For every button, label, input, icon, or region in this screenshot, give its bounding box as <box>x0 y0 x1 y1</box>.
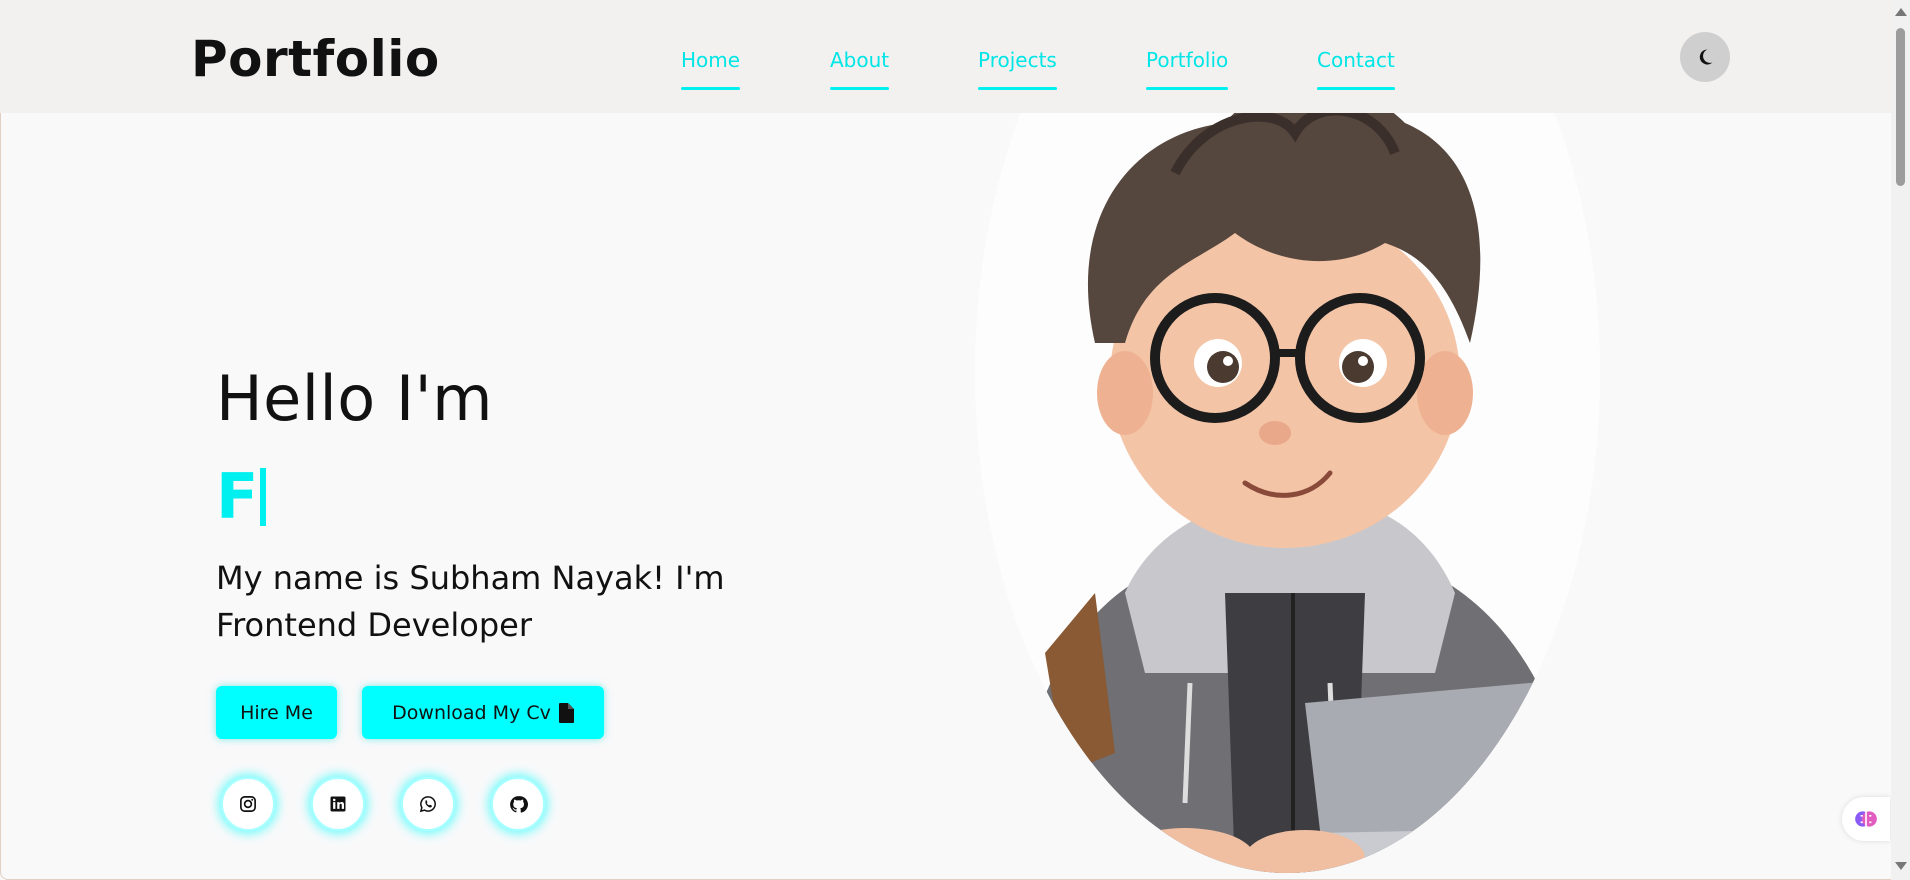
github-icon <box>509 795 528 813</box>
hire-me-button[interactable]: Hire Me <box>216 686 337 739</box>
hire-me-label: Hire Me <box>240 701 313 724</box>
nav-contact-label: Contact <box>1317 48 1395 72</box>
linkedin-link[interactable] <box>311 777 365 831</box>
nav-underline <box>830 87 890 90</box>
typed-role: F <box>216 460 267 533</box>
scroll-up-arrow-icon[interactable] <box>1895 8 1907 16</box>
nav-underline <box>681 87 741 90</box>
download-cv-label: Download My Cv <box>392 701 551 724</box>
avatar-frame <box>975 113 1600 873</box>
nav-projects-label: Projects <box>978 48 1057 72</box>
hero-intro: My name is Subham Nayak! I'm Frontend De… <box>216 559 725 644</box>
hero-image <box>975 113 1600 880</box>
linkedin-icon <box>330 796 346 812</box>
site-logo[interactable]: Portfolio <box>191 30 440 88</box>
nav-projects[interactable]: Projects <box>978 48 1057 90</box>
theme-toggle-button[interactable] <box>1680 32 1730 82</box>
whatsapp-link[interactable] <box>401 777 455 831</box>
hero-title: Hello I'm <box>216 362 494 435</box>
nav-portfolio[interactable]: Portfolio <box>1146 48 1229 90</box>
site-header: Portfolio Home About Projects Portfolio … <box>0 0 1891 113</box>
nav-home-label: Home <box>681 48 741 72</box>
nav-underline <box>978 87 1057 90</box>
whatsapp-icon <box>419 796 436 813</box>
nav-underline <box>1146 87 1229 90</box>
download-cv-button[interactable]: Download My Cv <box>362 686 604 739</box>
moon-icon <box>1699 49 1713 65</box>
scroll-down-arrow-icon[interactable] <box>1895 862 1907 870</box>
typed-role-text: F <box>216 460 259 533</box>
nav-portfolio-label: Portfolio <box>1146 48 1229 72</box>
nav-about-label: About <box>830 48 890 72</box>
extension-badge[interactable] <box>1842 797 1890 841</box>
instagram-icon <box>240 796 256 812</box>
scroll-thumb[interactable] <box>1896 28 1905 186</box>
github-link[interactable] <box>491 777 545 831</box>
brain-icon <box>1855 811 1877 827</box>
window-frame <box>0 0 1910 880</box>
nav-home[interactable]: Home <box>681 48 741 90</box>
developer-avatar-illustration <box>1015 113 1600 873</box>
nav-about[interactable]: About <box>830 48 890 90</box>
nav-underline <box>1317 87 1395 90</box>
instagram-link[interactable] <box>221 777 275 831</box>
file-icon <box>558 702 574 723</box>
vertical-scrollbar[interactable] <box>1891 0 1910 880</box>
nav-contact[interactable]: Contact <box>1317 48 1395 90</box>
typing-cursor <box>260 468 267 526</box>
